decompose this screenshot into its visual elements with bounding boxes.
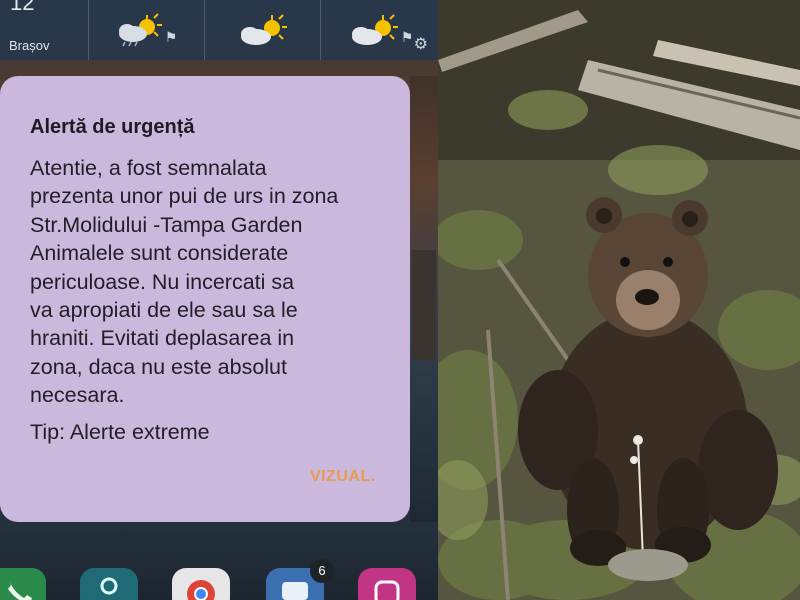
maps-icon[interactable] [80,568,138,600]
instagram-icon[interactable] [358,568,416,600]
alert-type: Tip: Alerte extreme [30,420,210,444]
alert-title: Alertă de urgență [30,116,195,138]
partly-cloudy-icon [241,14,287,45]
bear-photo-illustration [438,0,800,600]
chrome-icon[interactable] [172,568,230,600]
background-object [412,250,436,360]
notification-badge: 6 [310,559,334,583]
wind-icon: ⚑ [164,28,178,45]
weather-widget[interactable]: 12 Brașov ⚑ ⚑ ⚙ [0,0,438,60]
city-label: Brașov [9,38,50,53]
view-button[interactable]: VIZUAL. [310,468,376,486]
partly-cloudy-rain-icon [118,13,162,47]
emergency-alert-dialog: Alertă de urgență Atentie, a fost semnal… [0,76,410,522]
brown-bear-photo [438,0,800,600]
gear-icon[interactable]: ⚙ [414,34,428,54]
phone-screenshot: 12 Brașov ⚑ ⚑ ⚙ Alertă de urgență Atenti… [0,0,438,600]
weather-forecast-1[interactable]: ⚑ [88,0,203,60]
clock-text: 12 [10,0,35,15]
weather-forecast-2[interactable] [204,0,319,60]
partly-cloudy-icon [351,14,398,45]
phone-icon[interactable] [0,568,46,600]
wind-icon: ⚑ [400,28,414,45]
app-dock [0,560,438,600]
alert-message: Atentie, a fost semnalata prezenta unor … [30,156,339,408]
